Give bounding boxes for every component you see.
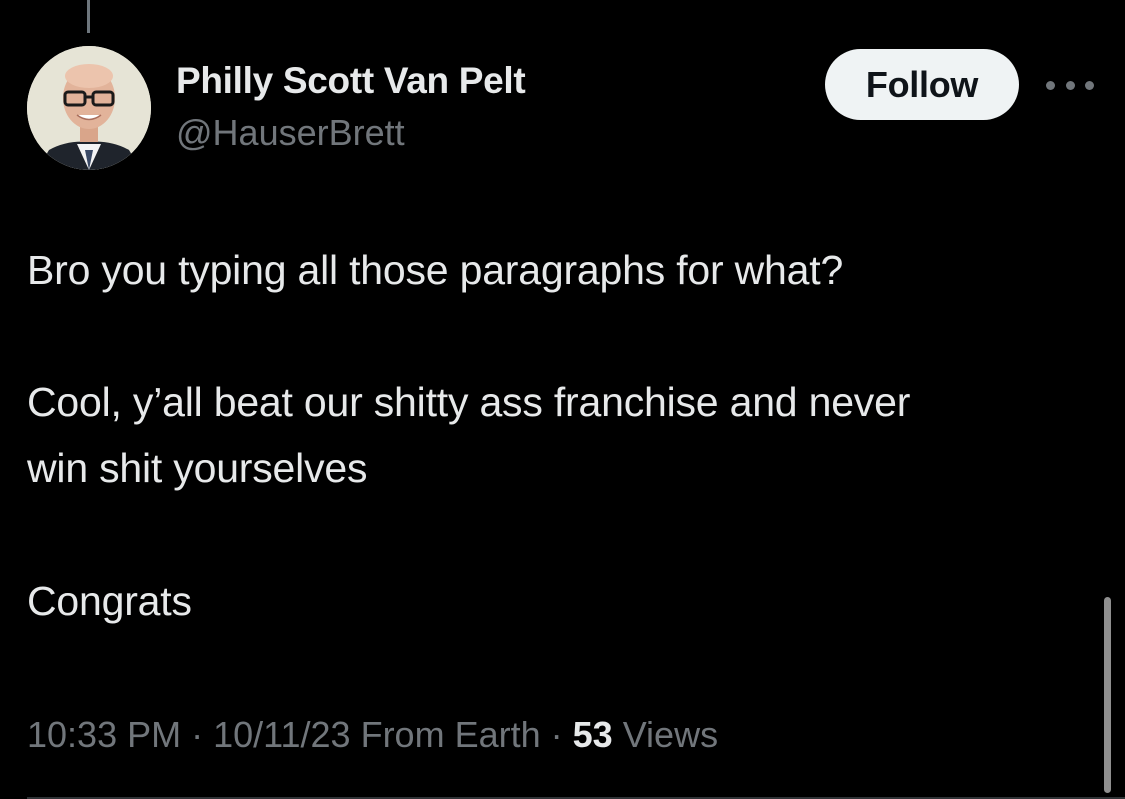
more-dot xyxy=(1046,80,1055,90)
avatar-image xyxy=(27,46,151,170)
avatar[interactable] xyxy=(27,46,151,170)
more-dot xyxy=(1085,80,1094,90)
author-handle[interactable]: @HauserBrett xyxy=(176,112,405,154)
tweet-meta: 10:33 PM · 10/11/23 From Earth · 53 View… xyxy=(27,714,718,756)
author-display-name[interactable]: Philly Scott Van Pelt xyxy=(176,60,526,102)
thread-connector-line xyxy=(87,0,90,33)
meta-separator: · xyxy=(181,714,214,755)
meta-separator: · xyxy=(540,714,573,755)
views-label[interactable]: Views xyxy=(623,714,718,755)
tweet-time[interactable]: 10:33 PM xyxy=(27,714,181,755)
views-count[interactable]: 53 xyxy=(573,714,613,755)
more-dot xyxy=(1065,80,1075,90)
tweet-date[interactable]: 10/11/23 xyxy=(213,714,350,755)
tweet-text-line: Bro you typing all those paragraphs for … xyxy=(27,247,844,293)
tweet-text-line: Congrats xyxy=(27,578,192,624)
tweet-source: From Earth xyxy=(360,714,541,755)
scrollbar[interactable] xyxy=(1104,597,1111,793)
follow-button[interactable]: Follow xyxy=(825,49,1019,120)
tweet-text-line: win shit yourselves xyxy=(27,445,368,491)
more-horizontal-icon[interactable] xyxy=(1046,70,1094,100)
tweet-text-line: Cool, y’all beat our shitty ass franchis… xyxy=(27,379,911,425)
